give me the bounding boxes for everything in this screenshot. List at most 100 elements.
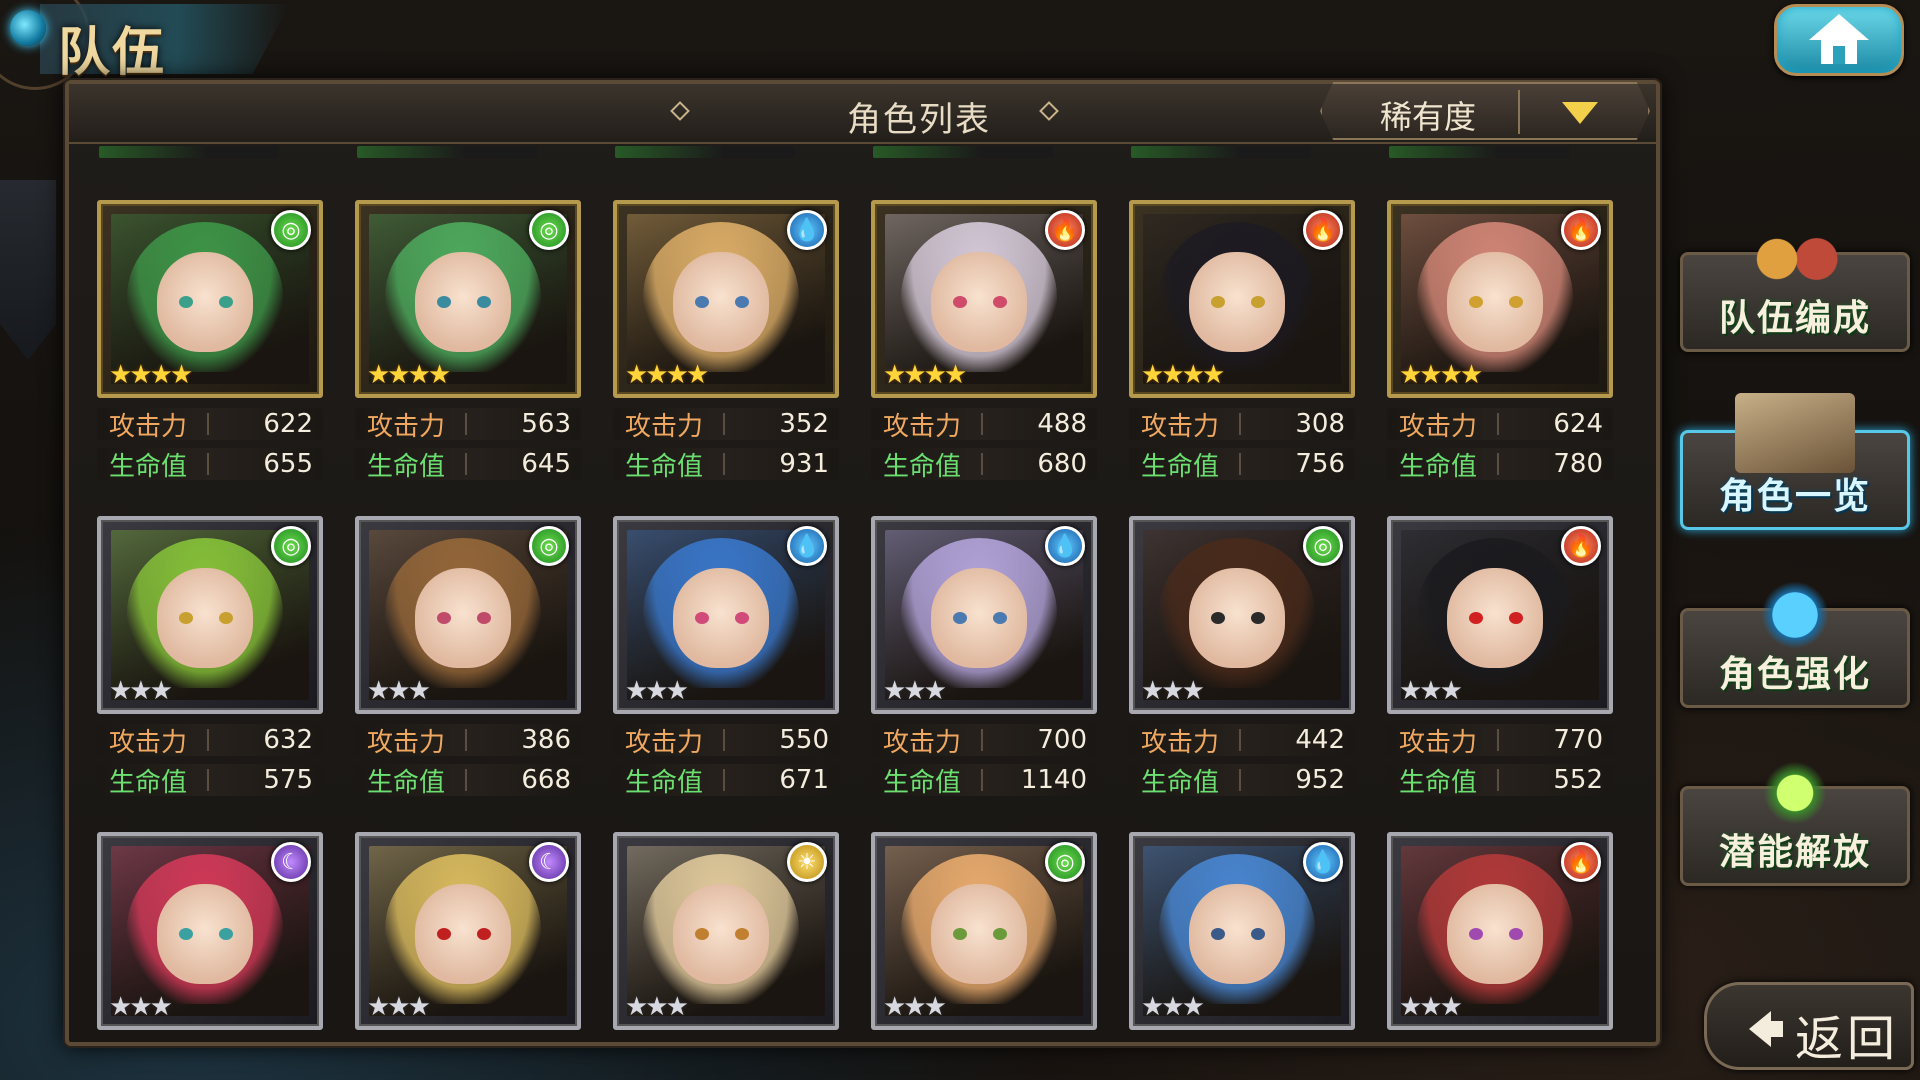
character-card[interactable]: 🔥 ★★★ 攻击力 770 生命值 552 (1387, 516, 1613, 816)
character-card[interactable]: ☾ ★★★ (355, 832, 581, 1080)
team-characters-icon (1735, 215, 1855, 295)
character-card[interactable]: ◎ ★★★ 攻击力 632 生命值 575 (97, 516, 323, 816)
character-face (931, 252, 1027, 352)
character-card[interactable]: ◎ ★★★ 攻击力 442 生命值 952 (1129, 516, 1355, 816)
rarity-stars-icon: ★★★★ (367, 360, 451, 390)
character-face (157, 884, 253, 984)
character-portrait[interactable]: ☾ ★★★ (355, 832, 581, 1030)
character-face (931, 568, 1027, 668)
hp-stat: 生命值 780 (1387, 448, 1613, 482)
back-button[interactable]: 返回 (1704, 982, 1914, 1070)
hp-value: 756 (1295, 449, 1345, 479)
character-card[interactable]: 💧 ★★★ (1129, 832, 1355, 1080)
character-eye (477, 612, 491, 624)
character-eye (735, 296, 749, 308)
character-eye (695, 928, 709, 940)
attack-value: 352 (779, 409, 829, 439)
character-eye (953, 928, 967, 940)
character-face (1189, 884, 1285, 984)
side-menu-item[interactable]: 角色强化 (1680, 571, 1910, 708)
hp-stat: 生命值 952 (1129, 764, 1355, 798)
character-face (931, 884, 1027, 984)
character-portrait[interactable]: ◎ ★★★ (1129, 516, 1355, 714)
hp-stat: 生命值 680 (871, 448, 1097, 482)
wind-element-icon: ◎ (529, 210, 569, 250)
attack-label: 攻击力 (109, 411, 188, 442)
character-eye (993, 612, 1007, 624)
character-eye (695, 296, 709, 308)
character-card[interactable]: 🔥 ★★★★ 攻击力 624 生命值 780 (1387, 200, 1613, 500)
attack-label: 攻击力 (1141, 411, 1220, 442)
fire-element-icon: 🔥 (1561, 842, 1601, 882)
hp-label: 生命值 (367, 767, 446, 798)
character-portrait[interactable]: ☀ ★★★ (613, 832, 839, 1030)
hp-stat: 生命值 575 (97, 764, 323, 798)
character-card[interactable]: ☾ ★★★ (97, 832, 323, 1080)
partially-hidden-row (99, 146, 1639, 160)
character-face (1447, 884, 1543, 984)
character-eye (1469, 612, 1483, 624)
attack-label: 攻击力 (883, 411, 962, 442)
side-menu-item[interactable]: 角色一览 (1680, 393, 1910, 530)
water-element-icon: 💧 (787, 210, 827, 250)
character-eye (179, 928, 193, 940)
character-portrait[interactable]: ☾ ★★★ (97, 832, 323, 1030)
character-card[interactable]: ☀ ★★★ (613, 832, 839, 1080)
crystal-icon (1735, 571, 1855, 651)
character-face (415, 252, 511, 352)
character-eye (1211, 612, 1225, 624)
character-portrait[interactable]: 💧 ★★★ (871, 516, 1097, 714)
character-card[interactable]: 🔥 ★★★★ 攻击力 488 生命值 680 (871, 200, 1097, 500)
back-arrow-icon (1749, 1011, 1771, 1047)
attack-stat: 攻击力 622 (97, 408, 323, 442)
home-button[interactable] (1774, 4, 1904, 76)
character-card[interactable]: 💧 ★★★ 攻击力 700 生命值 1140 (871, 516, 1097, 816)
side-menu-item[interactable]: 队伍编成 (1680, 215, 1910, 352)
fire-element-icon: 🔥 (1561, 210, 1601, 250)
character-eye (219, 296, 233, 308)
character-card[interactable]: ◎ ★★★ (871, 832, 1097, 1080)
sort-dropdown[interactable]: 稀有度 (1320, 82, 1650, 140)
character-card[interactable]: ◎ ★★★★ 攻击力 622 生命值 655 (97, 200, 323, 500)
character-portrait[interactable]: 🔥 ★★★★ (1387, 200, 1613, 398)
character-portrait[interactable]: 🔥 ★★★★ (871, 200, 1097, 398)
wind-element-icon: ◎ (1045, 842, 1085, 882)
hp-value: 645 (521, 449, 571, 479)
character-card[interactable]: ◎ ★★★ 攻击力 386 生命值 668 (355, 516, 581, 816)
attack-value: 700 (1037, 725, 1087, 755)
character-eye (735, 612, 749, 624)
character-face (157, 252, 253, 352)
character-portrait[interactable]: 🔥 ★★★★ (1129, 200, 1355, 398)
character-face (415, 568, 511, 668)
character-card[interactable]: 🔥 ★★★ (1387, 832, 1613, 1080)
hp-stat: 生命值 655 (97, 448, 323, 482)
character-eye (1469, 928, 1483, 940)
character-card[interactable]: 💧 ★★★ 攻击力 550 生命值 671 (613, 516, 839, 816)
hp-label: 生命值 (1141, 767, 1220, 798)
character-face (415, 884, 511, 984)
character-portrait[interactable]: ◎ ★★★★ (355, 200, 581, 398)
character-eye (437, 296, 451, 308)
title-orb-icon (10, 10, 46, 46)
character-portrait[interactable]: 🔥 ★★★ (1387, 516, 1613, 714)
character-face (1189, 568, 1285, 668)
rarity-stars-icon: ★★★★ (1399, 360, 1483, 390)
character-card[interactable]: ◎ ★★★★ 攻击力 563 生命值 645 (355, 200, 581, 500)
character-card[interactable]: 💧 ★★★★ 攻击力 352 生命值 931 (613, 200, 839, 500)
character-portrait[interactable]: 💧 ★★★ (613, 516, 839, 714)
hp-label: 生命值 (883, 767, 962, 798)
character-portrait[interactable]: 💧 ★★★★ (613, 200, 839, 398)
character-portrait[interactable]: ◎ ★★★ (97, 516, 323, 714)
wind-element-icon: ◎ (529, 526, 569, 566)
rarity-stars-icon: ★★★★ (883, 360, 967, 390)
character-card[interactable]: 🔥 ★★★★ 攻击力 308 生命值 756 (1129, 200, 1355, 500)
light-element-icon: ☀ (787, 842, 827, 882)
side-menu-item[interactable]: 潜能解放 (1680, 749, 1910, 886)
character-portrait[interactable]: ◎ ★★★ (871, 832, 1097, 1030)
character-portrait[interactable]: 🔥 ★★★ (1387, 832, 1613, 1030)
diamond-left-icon (670, 101, 690, 121)
character-portrait[interactable]: ◎ ★★★ (355, 516, 581, 714)
character-face (673, 884, 769, 984)
character-portrait[interactable]: 💧 ★★★ (1129, 832, 1355, 1030)
character-portrait[interactable]: ◎ ★★★★ (97, 200, 323, 398)
